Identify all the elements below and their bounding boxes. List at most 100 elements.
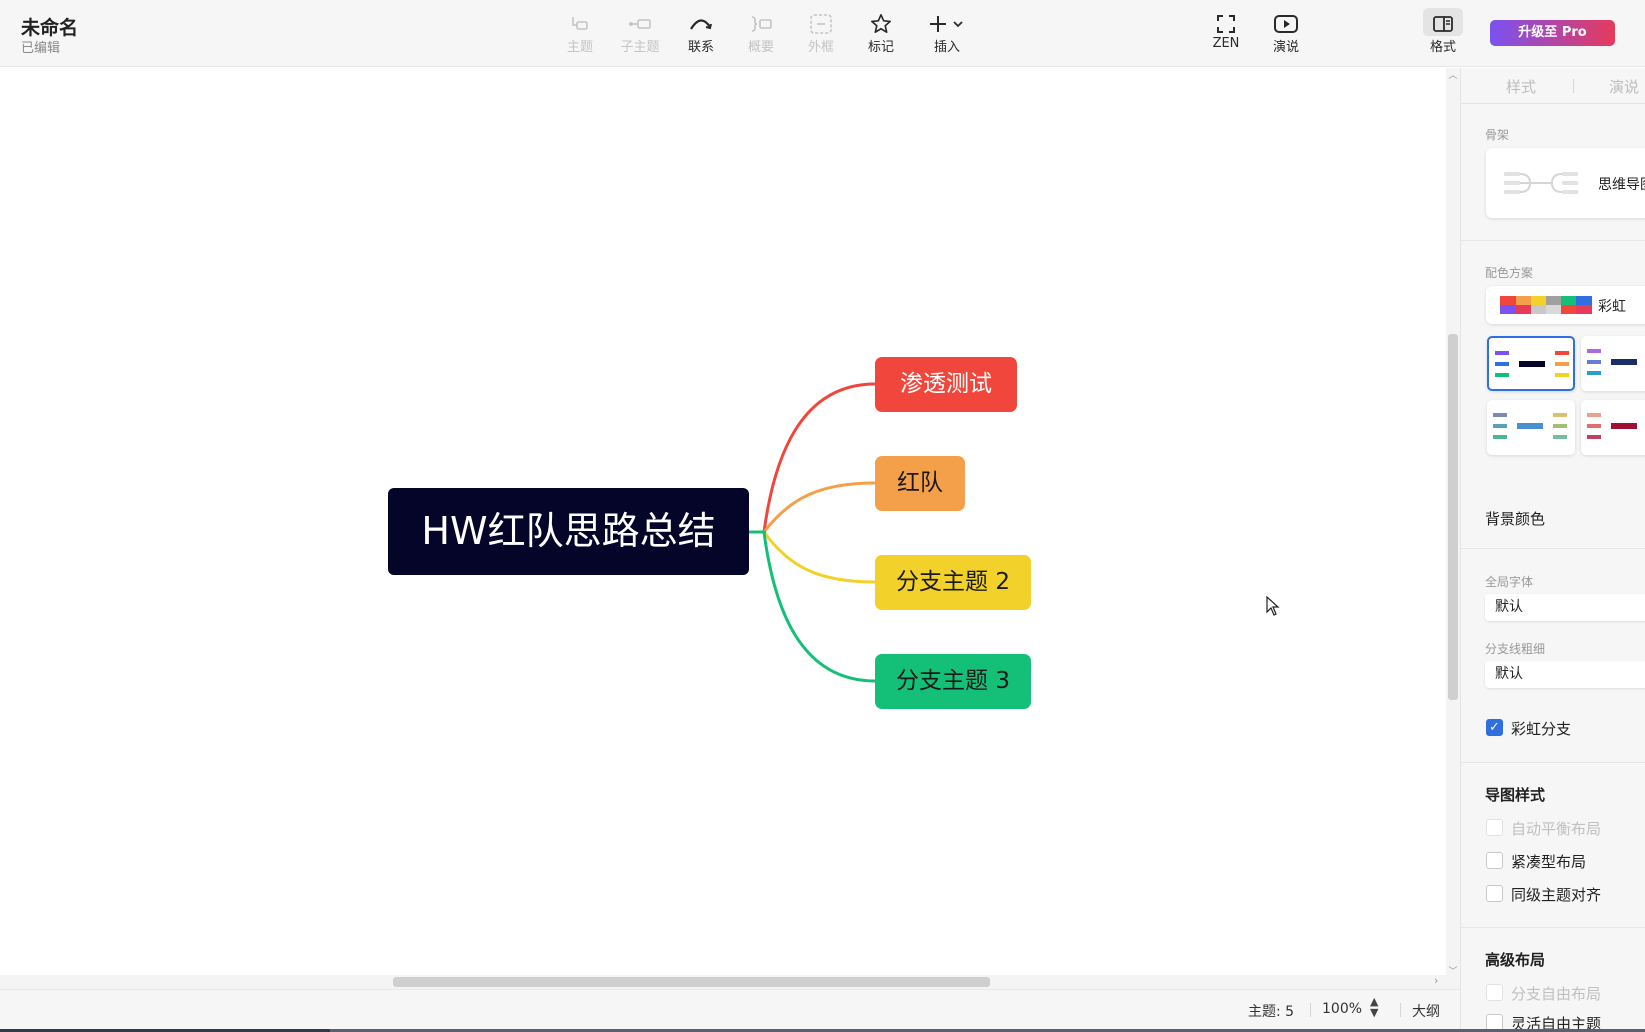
theme-preview-icon — [1587, 349, 1637, 375]
relationship-button[interactable]: 联系 — [674, 8, 728, 60]
rainbow-branch-label: 彩虹分支 — [1511, 720, 1572, 738]
zen-label: ZEN — [1212, 36, 1240, 51]
font-select[interactable]: 默认 — [1485, 594, 1645, 621]
panel-icon — [1423, 8, 1463, 36]
theme-option-1[interactable] — [1487, 336, 1575, 391]
free-branch-checkbox[interactable] — [1486, 984, 1503, 1001]
tab-pitch[interactable]: 演说 — [1609, 76, 1639, 97]
align-siblings-checkbox[interactable] — [1486, 885, 1503, 902]
boundary-label: 外框 — [807, 40, 834, 55]
mouse-cursor-icon — [1266, 596, 1280, 616]
divider — [1461, 548, 1645, 549]
divider — [1461, 927, 1645, 928]
subtopic-label: 子主题 — [620, 40, 660, 55]
top-toolbar: 未命名 已编辑 主题 子主题 联系 概要 外框 标记 插入 ZEN 演说 格式 … — [0, 0, 1645, 67]
plus-icon — [917, 8, 977, 36]
divider — [1461, 240, 1645, 241]
auto-balance-label: 自动平衡布局 — [1511, 820, 1602, 838]
vertical-scroll-thumb[interactable] — [1448, 334, 1458, 700]
branch-line-3 — [762, 531, 876, 584]
branch-topic-1[interactable]: 渗透测试 — [875, 357, 1017, 412]
line-width-section-label: 分支线粗细 — [1485, 642, 1546, 656]
palette-selector[interactable]: 彩虹 — [1486, 286, 1645, 324]
format-label: 格式 — [1429, 40, 1456, 55]
theme-preview-icon — [1587, 413, 1637, 439]
boundary-icon — [794, 8, 848, 36]
branch-line-4 — [762, 531, 876, 683]
scroll-up-icon[interactable]: ︿ — [1448, 68, 1458, 81]
format-panel: 样式 演说 骨架 思维导图 配色方案 彩虹 — [1460, 68, 1645, 1029]
horizontal-scroll-thumb[interactable] — [393, 977, 990, 987]
mindmap-skeleton-icon — [1504, 172, 1578, 194]
compact-layout-checkbox[interactable] — [1486, 852, 1503, 869]
branch-topic-4[interactable]: 分支主题 3 — [875, 654, 1031, 709]
boundary-button[interactable]: 外框 — [794, 8, 848, 60]
panel-tabs: 样式 演说 — [1461, 68, 1645, 104]
topic-label: 主题 — [566, 40, 593, 55]
palette-name: 彩虹 — [1598, 299, 1626, 315]
branch-topic-3[interactable]: 分支主题 2 — [875, 555, 1031, 610]
auto-balance-checkbox[interactable] — [1486, 819, 1503, 836]
free-branch-label: 分支自由布局 — [1511, 985, 1602, 1003]
background-color-label[interactable]: 背景颜色 — [1485, 508, 1545, 529]
format-panel-button[interactable]: 格式 — [1416, 8, 1470, 60]
theme-preview-icon — [1495, 351, 1569, 377]
relationship-icon — [674, 8, 728, 36]
topic-icon — [553, 8, 607, 36]
skeleton-name: 思维导图 — [1598, 177, 1645, 193]
status-divider — [1400, 1003, 1401, 1017]
rainbow-branch-checkbox[interactable]: ✓ — [1486, 719, 1503, 736]
zen-button[interactable]: ZEN — [1199, 8, 1253, 60]
branch-line-2 — [762, 481, 876, 533]
format-icon-wrap — [1416, 8, 1470, 36]
compact-layout-label: 紧凑型布局 — [1511, 853, 1587, 871]
theme-option-2[interactable] — [1581, 336, 1645, 391]
align-siblings-label: 同级主题对齐 — [1511, 886, 1602, 904]
branch-topic-2[interactable]: 红队 — [875, 456, 965, 511]
line-width-select[interactable]: 默认 — [1485, 661, 1645, 688]
insert-button[interactable]: 插入 — [917, 8, 977, 60]
rainbow-palette-swatch — [1500, 296, 1592, 314]
subtopic-icon — [613, 8, 667, 36]
tab-style[interactable]: 样式 — [1506, 76, 1536, 97]
divider — [1461, 762, 1645, 763]
play-icon — [1259, 8, 1313, 36]
zoom-level[interactable]: 100% — [1322, 1001, 1362, 1017]
marker-label: 标记 — [867, 40, 894, 55]
skeleton-section-label: 骨架 — [1485, 128, 1510, 142]
outline-button[interactable]: 大纲 — [1412, 1001, 1440, 1021]
theme-option-4[interactable] — [1581, 400, 1645, 455]
upgrade-pro-button[interactable]: 升级至 Pro — [1490, 20, 1615, 46]
topic-button[interactable]: 主题 — [553, 8, 607, 60]
free-topic-label: 灵活自由主题 — [1511, 1015, 1602, 1029]
subtopic-button[interactable]: 子主题 — [613, 8, 667, 60]
central-topic[interactable]: HW红队思路总结 — [388, 488, 749, 575]
scroll-right-icon[interactable]: › — [1434, 974, 1438, 987]
status-divider — [1310, 1003, 1311, 1017]
pitch-label: 演说 — [1272, 40, 1299, 55]
document-status: 已编辑 — [21, 41, 61, 56]
advanced-layout-title: 高级布局 — [1485, 951, 1546, 969]
summary-button[interactable]: 概要 — [734, 8, 788, 60]
tab-divider — [1573, 79, 1574, 93]
theme-preview-icon — [1493, 413, 1567, 439]
mindmap-canvas[interactable]: HW红队思路总结 渗透测试 红队 分支主题 2 分支主题 3 — [0, 68, 1446, 978]
horizontal-scrollbar[interactable]: › — [0, 974, 1460, 989]
map-style-title: 导图样式 — [1485, 786, 1546, 804]
theme-option-3[interactable] — [1487, 400, 1575, 455]
skeleton-selector[interactable]: 思维导图 — [1486, 148, 1645, 218]
summary-label: 概要 — [747, 40, 774, 55]
vertical-scrollbar[interactable]: ︿ ﹀ — [1446, 68, 1460, 978]
relationship-label: 联系 — [687, 40, 714, 55]
palette-section-label: 配色方案 — [1485, 266, 1534, 280]
document-title[interactable]: 未命名 — [21, 13, 78, 40]
zoom-stepper-icon[interactable]: ▲ ▼ — [1370, 996, 1378, 1018]
summary-icon — [734, 8, 788, 36]
pitch-button[interactable]: 演说 — [1259, 8, 1313, 60]
free-topic-checkbox[interactable] — [1486, 1014, 1503, 1029]
topic-count: 主题: 5 — [1248, 1004, 1295, 1020]
status-bar: 主题: 5 100% ▲ ▼ 大纲 — [0, 989, 1460, 1029]
marker-button[interactable]: 标记 — [854, 8, 908, 60]
fullscreen-icon — [1199, 8, 1253, 36]
font-section-label: 全局字体 — [1485, 575, 1534, 589]
